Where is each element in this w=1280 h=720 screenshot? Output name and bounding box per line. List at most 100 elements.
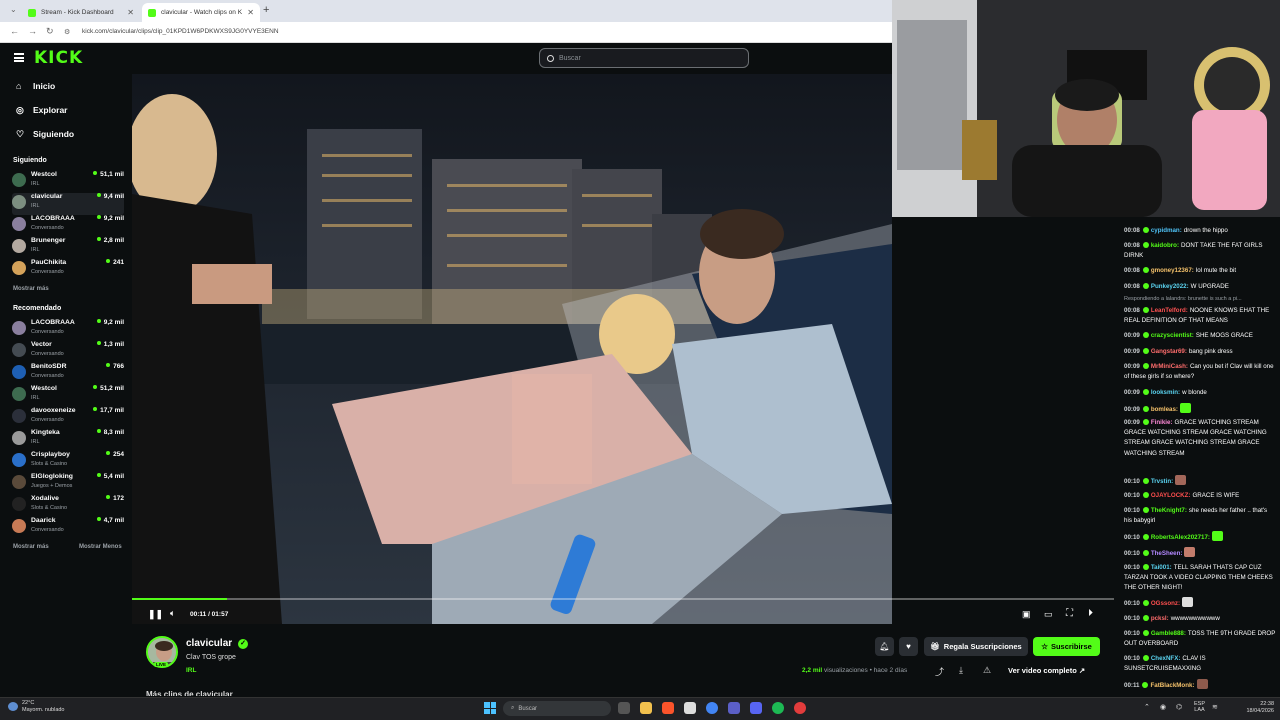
discord-icon[interactable] (750, 702, 762, 714)
chat-username[interactable]: Trvstin: (1151, 478, 1173, 485)
wifi-icon[interactable]: ≋ (1212, 703, 1218, 711)
nav-siguiendo[interactable]: ♡ Siguiendo (16, 129, 74, 139)
chat-username[interactable]: Tai001: (1151, 564, 1172, 571)
recommended-channel-elglogloking[interactable]: ElGlogloking Juegos + Demos 5,4 mil (12, 473, 124, 495)
recommended-channel-vector[interactable]: Vector Conversando 1,3 mil (12, 341, 124, 363)
chat-username[interactable]: Punkey2022: (1151, 283, 1189, 290)
theater-mode-icon[interactable]: ▭ (1044, 609, 1053, 620)
chat-username[interactable]: OJAYLOCKZ: (1151, 492, 1191, 499)
windows-start-icon[interactable] (484, 702, 496, 714)
gift-subscriptions-button[interactable]: 🎁︎ Regala Suscripciones (924, 637, 1028, 656)
file-explorer-icon[interactable] (640, 702, 652, 714)
following-channel-lacobraaa[interactable]: LACOBRAAA Conversando 9,2 mil (12, 215, 124, 237)
close-tab-icon[interactable]: ✕ (127, 8, 134, 17)
following-channel-pauchikita[interactable]: PauChikita Conversando 241 (12, 259, 124, 281)
reload-icon[interactable]: ↻ (46, 26, 54, 37)
taskbar-clock[interactable]: 22:38 18/04/2026 (1230, 701, 1274, 714)
chat-username[interactable]: bomleas: (1151, 406, 1178, 413)
notifications-button[interactable]: 🔔︎ (875, 637, 894, 656)
following-channel-brunenger[interactable]: Brunenger IRL 2,8 mil (12, 237, 124, 259)
pause-icon[interactable]: ❚❚ (148, 609, 163, 620)
channel-category: Conversando (31, 527, 64, 533)
recommended-channel-kingteka[interactable]: Kingteka IRL 8,3 mil (12, 429, 124, 451)
follow-button[interactable]: ♥ (899, 637, 918, 656)
chat-username[interactable]: TheSheen: (1151, 550, 1183, 557)
new-tab-icon[interactable]: + (263, 4, 269, 16)
spotify-icon[interactable] (772, 702, 784, 714)
kick-favicon-icon (28, 8, 36, 17)
video-progress-track[interactable] (132, 598, 1114, 600)
report-icon[interactable]: ⚠ (983, 665, 991, 676)
close-tab-icon[interactable]: ✕ (247, 8, 254, 17)
recommended-channel-crisplayboy[interactable]: Crisplayboy Slots & Casino 254 (12, 451, 124, 473)
chat-username[interactable]: RobertsAlex202717: (1151, 534, 1210, 541)
task-view-icon[interactable] (618, 702, 630, 714)
chat-username[interactable]: crazyscientist: (1151, 332, 1194, 339)
teams-icon[interactable] (728, 702, 740, 714)
settings-icon[interactable]: ▣ (1022, 609, 1031, 620)
chat-username[interactable]: LeanTelford: (1151, 307, 1188, 314)
clip-category[interactable]: IRL (186, 667, 196, 674)
share-icon[interactable]: ⤴ (935, 665, 944, 678)
recommended-channel-westcol[interactable]: Westcol IRL 51,2 mil (12, 385, 124, 407)
chat-username[interactable]: cypidman: (1151, 227, 1182, 234)
full-video-link[interactable]: Ver video completo ↗ (1008, 666, 1085, 675)
url-field[interactable]: kick.com/clavicular/clips/clip_01KPD1W6P… (82, 28, 279, 35)
forward-icon[interactable]: → (28, 26, 37, 36)
chat-username[interactable]: OGssonz: (1151, 600, 1180, 607)
network-icon[interactable]: ⌬ (1176, 703, 1182, 711)
subscribe-button[interactable]: ☆ Suscribirse (1033, 637, 1100, 656)
channel-name[interactable]: clavicular (186, 638, 232, 649)
recommended-channel-davooxeneize[interactable]: davooxeneize Conversando 17,7 mil (12, 407, 124, 429)
tab-clavicular-clips[interactable]: clavicular - Watch clips on K ✕ (142, 3, 260, 22)
chat-username[interactable]: pcksl: (1151, 615, 1169, 622)
brave-browser-icon[interactable] (662, 702, 674, 714)
chat-message: 00:11 FatBlackMonk: (1124, 679, 1276, 691)
chat-username[interactable]: Gamble888: (1151, 630, 1186, 637)
language-indicator[interactable]: ESP LAA (1194, 701, 1205, 713)
search-input[interactable]: Buscar (539, 48, 749, 68)
app-icon[interactable] (794, 702, 806, 714)
tray-chevron-icon[interactable]: ⌃ (1144, 703, 1150, 711)
gift-label: Regala Suscripciones (943, 642, 1022, 651)
chat-emote-icon (1211, 531, 1223, 541)
chat-username[interactable]: FatBlackMonk: (1150, 682, 1194, 689)
recommended-show-less-link[interactable]: Mostrar Menos (79, 544, 122, 550)
taskbar-search[interactable]: ⌕ Buscar (503, 701, 611, 716)
recommended-channel-xodalive[interactable]: Xodalive Slots & Casino 172 (12, 495, 124, 517)
nav-explorar[interactable]: ◎ Explorar (16, 105, 68, 115)
volume-icon[interactable]: 🔈︎ (170, 608, 175, 619)
tab-list-icon[interactable]: ⌄ (10, 5, 17, 14)
avatar (12, 431, 26, 445)
fullscreen-icon[interactable]: ⛶ (1066, 608, 1073, 619)
following-show-more-link[interactable]: Mostrar más (13, 286, 49, 292)
following-channel-clavicular[interactable]: clavicular IRL 9,4 mil (12, 193, 124, 215)
chat-username[interactable]: Finikie: (1151, 419, 1173, 426)
recommended-channel-daarick[interactable]: Daarick Conversando 4,7 mil (12, 517, 124, 539)
chat-username[interactable]: TheKnight7: (1151, 507, 1187, 514)
following-channel-westcol[interactable]: Westcol IRL 51,1 mil (12, 171, 124, 193)
tab-kick-dashboard[interactable]: Stream - Kick Dashboard ✕ (22, 3, 140, 22)
back-icon[interactable]: ← (10, 26, 19, 36)
site-info-icon[interactable]: ⚙ (64, 28, 70, 36)
recommended-show-more-link[interactable]: Mostrar más (13, 544, 49, 550)
weather-widget[interactable]: 22°C Mayorm. nublado (22, 700, 65, 714)
kick-logo[interactable]: KICK (34, 48, 83, 68)
chat-username[interactable]: gmoney12367: (1151, 267, 1194, 274)
recommended-channel-benitosdr[interactable]: BenitoSDR Conversando 766 (12, 363, 124, 385)
hamburger-menu-icon[interactable] (14, 53, 24, 62)
avatar (12, 173, 26, 187)
tray-app-icon[interactable]: ◉ (1160, 703, 1166, 711)
notes-icon[interactable] (684, 702, 696, 714)
video-player[interactable] (132, 74, 892, 624)
chat-username[interactable]: ChexNFX: (1151, 655, 1181, 662)
chat-username[interactable]: looksmin: (1151, 389, 1180, 396)
chrome-icon[interactable] (706, 702, 718, 714)
download-icon[interactable]: ⤓ (959, 665, 963, 676)
chat-username[interactable]: MrMiniCash: (1151, 363, 1188, 370)
recommended-channel-lacobraaa[interactable]: LACOBRAAA Conversando 9,2 mil (12, 319, 124, 341)
chat-username[interactable]: Gangstar69: (1151, 348, 1187, 355)
nav-inicio[interactable]: ⌂ Inicio (16, 81, 55, 91)
next-clip-icon[interactable]: ⏵ (1088, 608, 1093, 619)
chat-username[interactable]: kaidobro: (1151, 242, 1179, 249)
